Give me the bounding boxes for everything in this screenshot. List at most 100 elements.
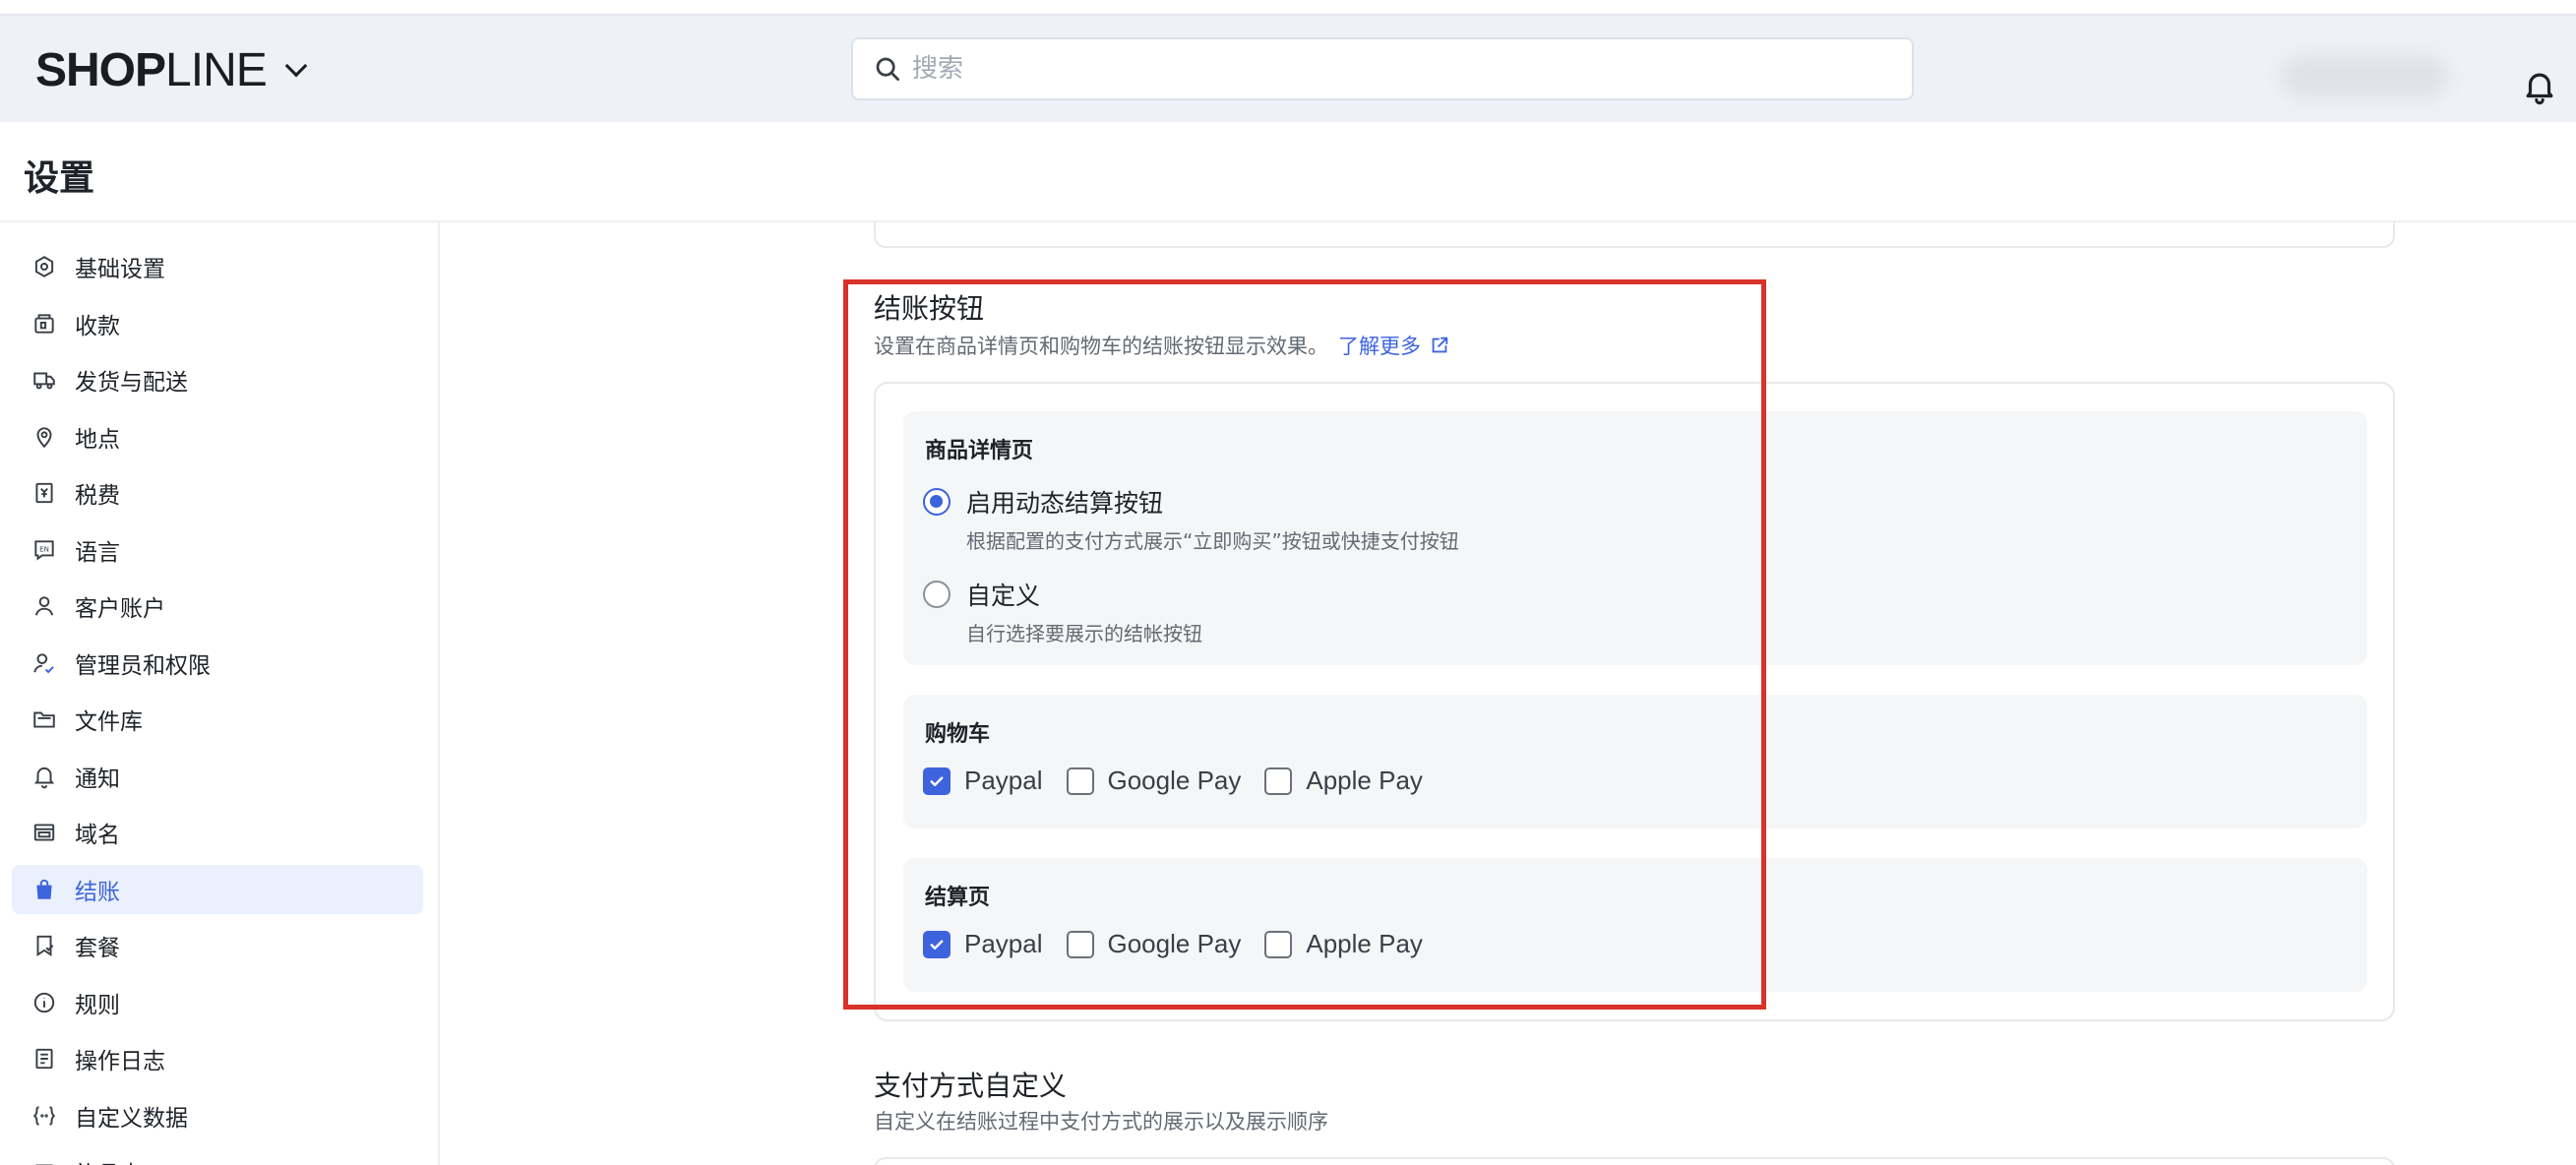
radio-button-selected[interactable] xyxy=(923,488,951,516)
checkout-apple-pay-checkbox[interactable]: Apple Pay xyxy=(1264,929,1423,959)
shopping-bag-icon xyxy=(36,879,52,899)
learn-more-link[interactable]: 了解更多 xyxy=(1338,331,1450,360)
previous-settings-card xyxy=(874,222,2395,248)
sidebar-item-policies[interactable]: 规则 xyxy=(12,978,423,1027)
gift-card-icon xyxy=(34,1164,54,1165)
sidebar-item-file-library[interactable]: 文件库 xyxy=(12,695,423,744)
sidebar-item-label: 客户账户 xyxy=(75,596,165,622)
checkout-buttons-title: 结账按钮 xyxy=(874,292,985,325)
top-header: SHOP LINE xyxy=(0,0,2576,122)
shopline-logo[interactable]: SHOP LINE xyxy=(35,43,308,97)
check-icon xyxy=(930,939,944,950)
checkbox[interactable] xyxy=(1264,930,1293,958)
svg-text:EN: EN xyxy=(39,544,49,553)
radio-label: 自定义 xyxy=(966,582,1041,610)
language-icon: EN xyxy=(34,539,54,561)
external-link-icon xyxy=(1432,337,1448,353)
sidebar-item-taxes[interactable]: 税费 xyxy=(12,468,423,518)
chevron-down-icon[interactable] xyxy=(284,54,308,77)
sidebar-item-gift-cards[interactable]: 礼品卡 xyxy=(12,1147,423,1165)
payment-customization-card xyxy=(874,1157,2395,1165)
wallet-icon xyxy=(34,313,54,334)
sidebar-item-label: 礼品卡 xyxy=(75,1155,143,1165)
checkout-google-pay-checkbox[interactable]: Google Pay xyxy=(1066,929,1242,959)
checkbox[interactable] xyxy=(1066,930,1094,958)
checkout-page-title: 结算页 xyxy=(925,886,991,910)
product-page-block: 商品详情页 启用动态结算按钮 根据配置的支付方式展示“立即购买”按钮或快捷支付按… xyxy=(903,411,2367,665)
payment-customization-title: 支付方式自定义 xyxy=(874,1070,1068,1102)
checkout-paypal-checkbox[interactable]: Paypal xyxy=(923,929,1043,959)
main-panel: 设置 基础设置 收款 发货与配送 地点 税费 EN 语言 客户账户 管理员和权限… xyxy=(0,122,2576,1165)
learn-more-label: 了解更多 xyxy=(1338,335,1421,358)
sidebar-item-plans[interactable]: 套餐 xyxy=(12,921,423,970)
description-text: 设置在商品详情页和购物车的结账按钮显示效果。 xyxy=(874,335,1328,358)
radio-hint: 自行选择要展示的结帐按钮 xyxy=(966,622,1202,645)
cart-block: 购物车 Paypal Google Pay Apple Pay xyxy=(903,695,2367,828)
user-icon xyxy=(34,596,54,616)
sidebar-item-admins-permissions[interactable]: 管理员和权限 xyxy=(12,639,423,688)
sidebar-item-label: 规则 xyxy=(75,992,120,1018)
logo-text-line: LINE xyxy=(165,44,268,96)
radio-hint: 根据配置的支付方式展示“立即购买”按钮或快捷支付按钮 xyxy=(966,529,1459,553)
radio-label: 启用动态结算按钮 xyxy=(966,489,1164,518)
radio-custom[interactable]: 自定义 xyxy=(923,577,1040,612)
search-bar[interactable] xyxy=(851,37,1914,100)
checkbox[interactable] xyxy=(1066,766,1094,795)
radio-dynamic-checkout[interactable]: 启用动态结算按钮 xyxy=(923,484,1163,520)
sidebar-item-label: 域名 xyxy=(75,823,120,848)
checkbox-label: Google Pay xyxy=(1107,929,1242,958)
sidebar-item-domains[interactable]: 域名 xyxy=(12,808,423,857)
search-icon xyxy=(876,57,899,81)
sidebar-item-payments[interactable]: 收款 xyxy=(12,299,423,348)
checkbox-label: Apple Pay xyxy=(1306,929,1423,958)
sidebar-item-label: 语言 xyxy=(75,539,120,566)
folder-icon xyxy=(33,711,55,728)
sidebar-item-languages[interactable]: EN 语言 xyxy=(12,525,423,575)
sidebar-item-label: 套餐 xyxy=(75,936,120,961)
sidebar-item-custom-data[interactable]: 自定义数据 xyxy=(12,1091,423,1140)
sidebar-item-label: 税费 xyxy=(75,483,120,509)
product-page-title: 商品详情页 xyxy=(925,439,1034,463)
checkbox-label: Paypal xyxy=(964,929,1043,958)
sidebar-item-customer-accounts[interactable]: 客户账户 xyxy=(12,582,423,631)
account-switcher[interactable] xyxy=(2281,55,2448,98)
checkbox[interactable] xyxy=(1264,766,1293,795)
custom-data-icon xyxy=(32,1105,56,1126)
receipt-icon xyxy=(35,482,53,504)
bookmark-icon xyxy=(36,935,54,957)
log-icon xyxy=(35,1048,53,1070)
cart-options: Paypal Google Pay Apple Pay xyxy=(923,766,1446,796)
domain-icon xyxy=(33,824,55,841)
sidebar-item-basic-settings[interactable]: 基础设置 xyxy=(12,242,423,291)
sidebar-item-checkout[interactable]: 结账 xyxy=(12,864,423,914)
checkout-buttons-card: 商品详情页 启用动态结算按钮 根据配置的支付方式展示“立即购买”按钮或快捷支付按… xyxy=(874,382,2395,1021)
location-pin-icon xyxy=(36,426,52,448)
sidebar-item-label: 通知 xyxy=(75,766,120,792)
cart-apple-pay-checkbox[interactable]: Apple Pay xyxy=(1264,766,1423,796)
sidebar-item-label: 发货与配送 xyxy=(75,370,188,396)
info-icon xyxy=(33,992,55,1012)
sidebar-item-label: 地点 xyxy=(75,426,120,453)
logo-text-shop: SHOP xyxy=(35,44,166,96)
cart-paypal-checkbox[interactable]: Paypal xyxy=(923,766,1043,796)
sidebar-item-shipping[interactable]: 发货与配送 xyxy=(12,355,423,404)
sidebar-item-locations[interactable]: 地点 xyxy=(12,412,423,461)
checkout-page-block: 结算页 Paypal Google Pay Apple Pay xyxy=(903,858,2367,992)
sidebar-item-notifications[interactable]: 通知 xyxy=(12,752,423,801)
sidebar-item-activity-log[interactable]: 操作日志 xyxy=(12,1034,423,1083)
sidebar-item-label: 管理员和权限 xyxy=(75,652,211,679)
checkbox-checked[interactable] xyxy=(923,930,951,958)
checkbox-label: Paypal xyxy=(964,766,1043,795)
notification-bell-icon[interactable] xyxy=(2521,67,2558,106)
checkbox-label: Google Pay xyxy=(1107,766,1242,795)
check-icon xyxy=(930,775,944,786)
settings-sidebar: 基础设置 收款 发货与配送 地点 税费 EN 语言 客户账户 管理员和权限 文件… xyxy=(0,222,440,1165)
cart-title: 购物车 xyxy=(925,722,991,747)
sidebar-item-label: 自定义数据 xyxy=(75,1105,188,1132)
sidebar-item-label: 操作日志 xyxy=(75,1049,165,1074)
radio-button[interactable] xyxy=(923,581,951,608)
search-input[interactable] xyxy=(912,54,1798,84)
user-check-icon xyxy=(33,652,54,673)
cart-google-pay-checkbox[interactable]: Google Pay xyxy=(1066,766,1242,796)
checkbox-checked[interactable] xyxy=(923,766,951,795)
